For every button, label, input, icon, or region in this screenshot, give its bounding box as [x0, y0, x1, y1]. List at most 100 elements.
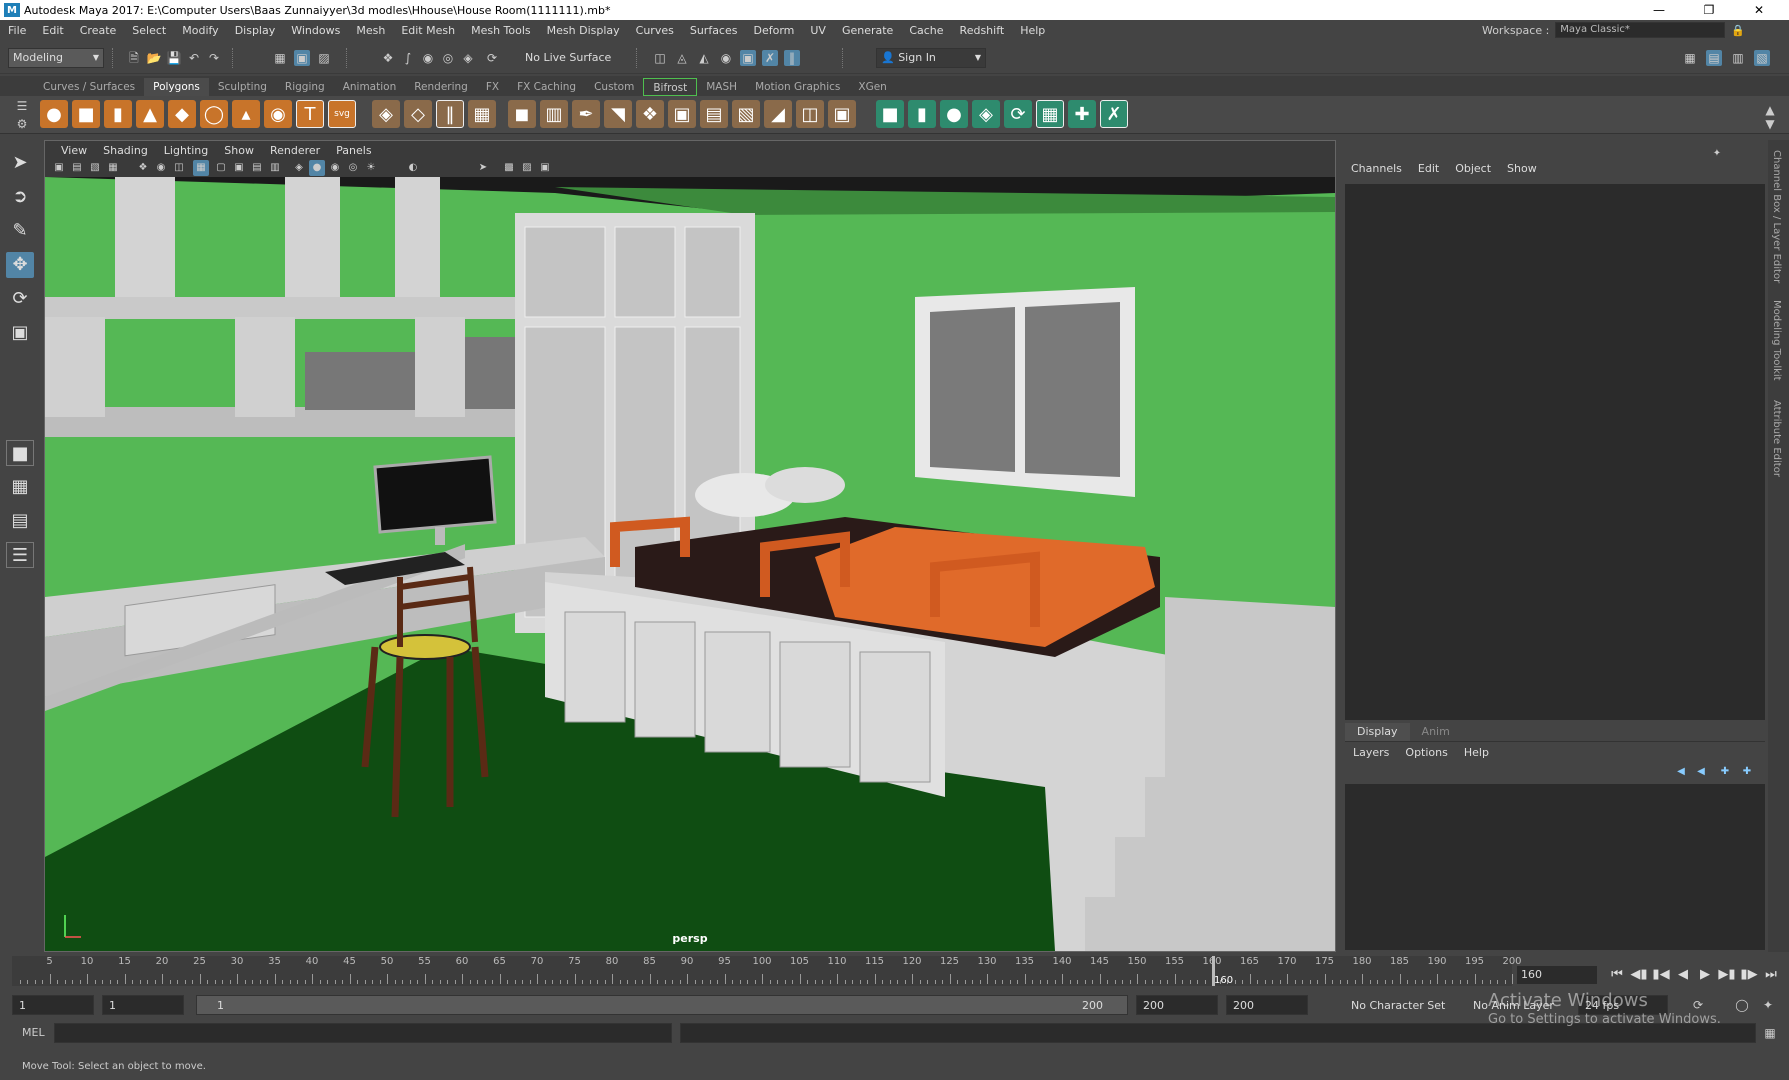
side-tab-modeling-toolkit[interactable]: Modeling Toolkit	[1771, 300, 1782, 381]
go-to-end-icon[interactable]: ⏭	[1762, 966, 1780, 984]
animation-prefs-icon[interactable]: ✦	[1760, 997, 1776, 1013]
resolution-gate-icon[interactable]: ◫	[171, 160, 187, 176]
auto-key-icon[interactable]: ◯	[1734, 997, 1750, 1013]
textured-icon[interactable]: ◎	[345, 160, 361, 176]
channel-box-icon[interactable]: ✦	[1709, 146, 1725, 162]
film-gate-icon[interactable]: ◉	[153, 160, 169, 176]
spherical-uv-icon[interactable]: ●	[940, 100, 968, 128]
menu-mesh-display[interactable]: Mesh Display	[539, 24, 628, 37]
camera-attributes-icon[interactable]: ▤	[69, 160, 85, 176]
shelf-tab-rigging[interactable]: Rigging	[276, 78, 334, 96]
sew-uv-icon[interactable]: ✚	[1068, 100, 1096, 128]
snap-view-icon[interactable]: ◎	[440, 50, 456, 66]
poly-svg-icon[interactable]: svg	[328, 100, 356, 128]
single-perspective-layout-icon[interactable]: ■	[6, 440, 34, 466]
menu-edit[interactable]: Edit	[34, 24, 71, 37]
play-backwards-icon[interactable]: ◀	[1674, 966, 1692, 984]
outliner-icon[interactable]: ☰	[6, 542, 34, 568]
bevel-icon[interactable]: ◥	[604, 100, 632, 128]
layer-move-down-icon[interactable]: ◀	[1693, 764, 1709, 780]
mel-label[interactable]: MEL	[22, 1026, 45, 1039]
channel-box-toggle-icon[interactable]: ▤	[1706, 50, 1722, 66]
layers-menu[interactable]: Layers	[1345, 744, 1397, 762]
menu-help[interactable]: Help	[1012, 24, 1053, 37]
viewport-menu-panels[interactable]: Panels	[328, 144, 379, 157]
poly-pipe-icon[interactable]: ◉	[264, 100, 292, 128]
light-editor-icon[interactable]: ‖	[784, 50, 800, 66]
cylindrical-uv-icon[interactable]: ▮	[908, 100, 936, 128]
current-frame-field[interactable]: 160	[1517, 966, 1597, 984]
options-menu[interactable]: Options	[1397, 744, 1455, 762]
shelf-tab-custom[interactable]: Custom	[585, 78, 643, 96]
loop-icon[interactable]: ⟳	[1690, 997, 1706, 1013]
play-forwards-icon[interactable]: ▶	[1696, 966, 1714, 984]
channels-menu[interactable]: Channels	[1343, 162, 1410, 175]
shelf-tab-xgen[interactable]: XGen	[849, 78, 895, 96]
playback-end-field[interactable]: 200	[1136, 995, 1218, 1015]
channels-edit-menu[interactable]: Edit	[1410, 162, 1447, 175]
side-tab-attribute-editor[interactable]: Attribute Editor	[1771, 400, 1782, 477]
step-back-frame-icon[interactable]: ◀▮	[1630, 966, 1648, 984]
insert-edge-loop-icon[interactable]: ▤	[700, 100, 728, 128]
shelf-settings-icon[interactable]: ⚙	[14, 116, 30, 132]
playback-start-field[interactable]: 1	[102, 995, 184, 1015]
xray-icon[interactable]: ▩	[501, 160, 517, 176]
planar-uv-icon[interactable]: ■	[876, 100, 904, 128]
shelf-tab-animation[interactable]: Animation	[334, 78, 406, 96]
lock-icon[interactable]: 🔒	[1731, 24, 1745, 37]
open-scene-icon[interactable]: 📂	[146, 50, 162, 66]
gate-mask-icon[interactable]: ▢	[213, 160, 229, 176]
safe-action-icon[interactable]: ▤	[249, 160, 265, 176]
shelf-tab-mash[interactable]: MASH	[697, 78, 746, 96]
target-weld-icon[interactable]: ▣	[828, 100, 856, 128]
menu-create[interactable]: Create	[72, 24, 125, 37]
poly-prism-icon[interactable]: ▴	[232, 100, 260, 128]
camera-select-icon[interactable]: ▣	[51, 160, 67, 176]
shelf-tab-curves-surfaces[interactable]: Curves / Surfaces	[34, 78, 144, 96]
shelf-tab-fx[interactable]: FX	[477, 78, 508, 96]
automatic-uv-icon[interactable]: ◈	[972, 100, 1000, 128]
multi-cut-icon[interactable]: ✒	[572, 100, 600, 128]
lasso-tool-icon[interactable]: ➲	[6, 184, 34, 210]
hypershade-icon[interactable]: ▣	[740, 50, 756, 66]
new-layer-icon[interactable]: ✚	[1717, 764, 1733, 780]
select-component-icon[interactable]: ▨	[316, 50, 332, 66]
go-to-start-icon[interactable]: ⏮	[1608, 966, 1626, 984]
menu-modify[interactable]: Modify	[174, 24, 226, 37]
collapse-icon[interactable]: ◫	[796, 100, 824, 128]
wireframe-toggle-icon[interactable]: ▦	[193, 160, 209, 176]
script-editor-icon[interactable]: ▦	[1762, 1025, 1778, 1041]
character-set-dropdown[interactable]: No Character Set	[1344, 995, 1448, 1015]
animation-start-field[interactable]: 1	[12, 995, 94, 1015]
undo-icon[interactable]: ↶	[186, 50, 202, 66]
lights-icon[interactable]: ☀	[363, 160, 379, 176]
attribute-editor-toggle-icon[interactable]: ▥	[1730, 50, 1746, 66]
cut-uv-icon[interactable]: ✗	[1100, 100, 1128, 128]
tab-display[interactable]: Display	[1345, 723, 1410, 741]
append-icon[interactable]: ❖	[636, 100, 664, 128]
shelf-tab-fx-caching[interactable]: FX Caching	[508, 78, 585, 96]
menu-set-dropdown[interactable]: Modeling ▼	[8, 48, 104, 68]
mel-input[interactable]	[54, 1023, 672, 1043]
step-back-key-icon[interactable]: ▮◀	[1652, 966, 1670, 984]
render-settings-icon[interactable]: ◫	[652, 50, 668, 66]
smooth-shade-icon[interactable]: ●	[309, 160, 325, 176]
transfer-attributes-icon[interactable]: ⟳	[1004, 100, 1032, 128]
shelf-tab-motion-graphics[interactable]: Motion Graphics	[746, 78, 849, 96]
snap-point-icon[interactable]: ◉	[420, 50, 436, 66]
four-view-layout-icon[interactable]: ▦	[6, 474, 34, 500]
select-hierarchy-icon[interactable]: ▦	[272, 50, 288, 66]
offset-edge-loop-icon[interactable]: ▧	[732, 100, 760, 128]
wireframe-on-shaded-icon[interactable]: ◉	[327, 160, 343, 176]
live-surface-field[interactable]: No Live Surface	[520, 48, 618, 68]
layer-move-up-icon[interactable]: ◀	[1673, 764, 1689, 780]
save-scene-icon[interactable]: 💾	[166, 50, 182, 66]
move-tool-icon[interactable]: ✥	[6, 252, 34, 278]
make-live-icon[interactable]: ⟳	[484, 50, 500, 66]
step-forward-frame-icon[interactable]: ▮▶	[1740, 966, 1758, 984]
grid-toggle-icon[interactable]: ❖	[135, 160, 151, 176]
bookmarks-icon[interactable]: ▧	[87, 160, 103, 176]
bridge-icon[interactable]: ▥	[540, 100, 568, 128]
merge-icon[interactable]: ◢	[764, 100, 792, 128]
ipr-render-icon[interactable]: ◭	[696, 50, 712, 66]
